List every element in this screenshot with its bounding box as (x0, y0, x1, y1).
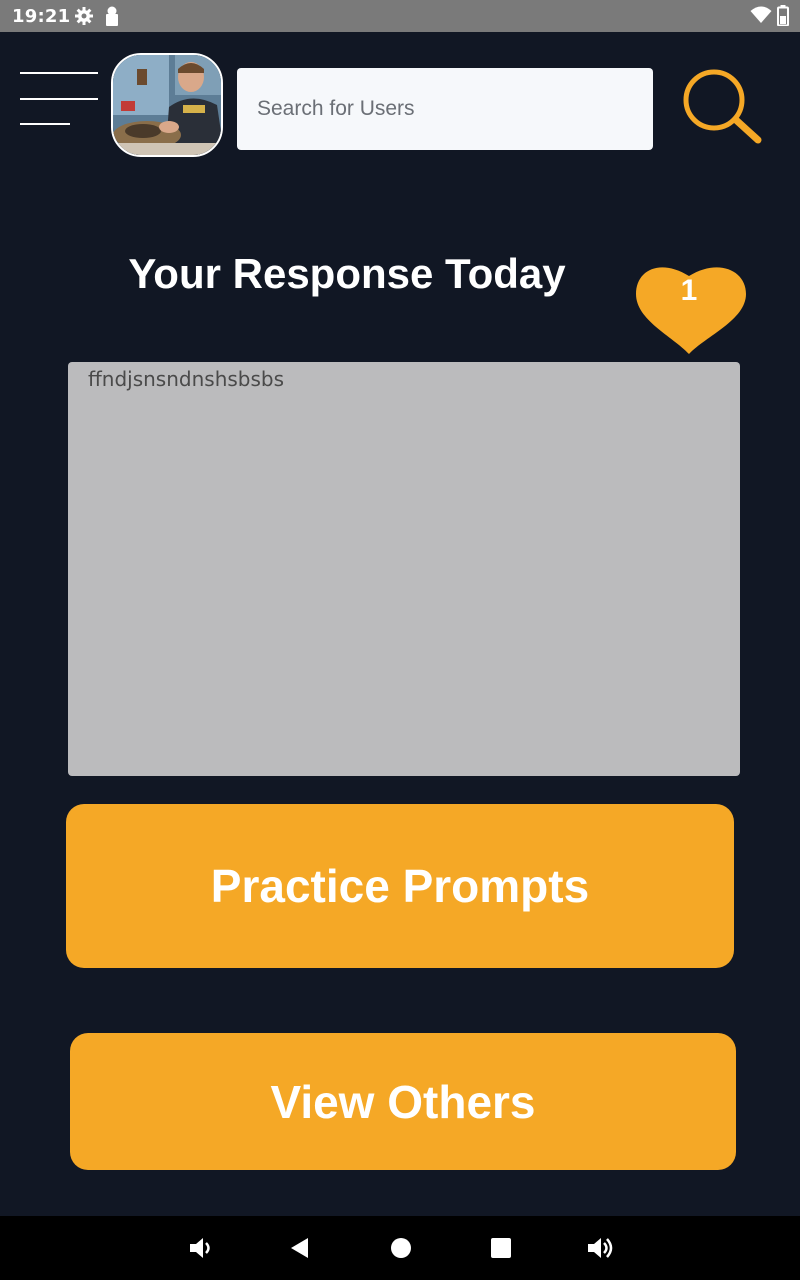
gear-icon (75, 7, 93, 25)
search-input[interactable] (237, 68, 653, 150)
view-others-button[interactable]: View Others (70, 1033, 736, 1170)
status-time: 19:21 (12, 6, 71, 27)
recents-icon[interactable] (489, 1236, 513, 1260)
likes-badge: 1 (632, 258, 752, 358)
back-icon[interactable] (288, 1236, 312, 1260)
search-button[interactable] (682, 68, 762, 146)
battery-icon (777, 5, 789, 26)
avatar[interactable] (111, 53, 223, 157)
likes-count: 1 (680, 274, 698, 307)
status-bar: 19:21 (0, 0, 800, 32)
search-icon (683, 69, 762, 144)
hamburger-icon-line (20, 98, 98, 100)
practice-prompts-button[interactable]: Practice Prompts (66, 804, 734, 968)
volume-up-icon[interactable] (586, 1236, 614, 1260)
page-title: Your Response Today (128, 250, 566, 297)
hamburger-icon-line (20, 123, 70, 125)
navigation-bar (0, 1216, 800, 1280)
heart-icon (636, 267, 746, 354)
home-icon[interactable] (389, 1236, 413, 1260)
wifi-icon (750, 6, 772, 23)
hamburger-icon (20, 72, 98, 74)
response-box[interactable]: ffndjsnsndnshsbsbs (68, 362, 740, 776)
menu-button[interactable] (20, 72, 98, 128)
response-text: ffndjsnsndnshsbsbs (88, 367, 285, 391)
lock-icon (106, 6, 118, 26)
avatar-photo (113, 55, 221, 155)
volume-down-icon[interactable] (188, 1236, 214, 1260)
